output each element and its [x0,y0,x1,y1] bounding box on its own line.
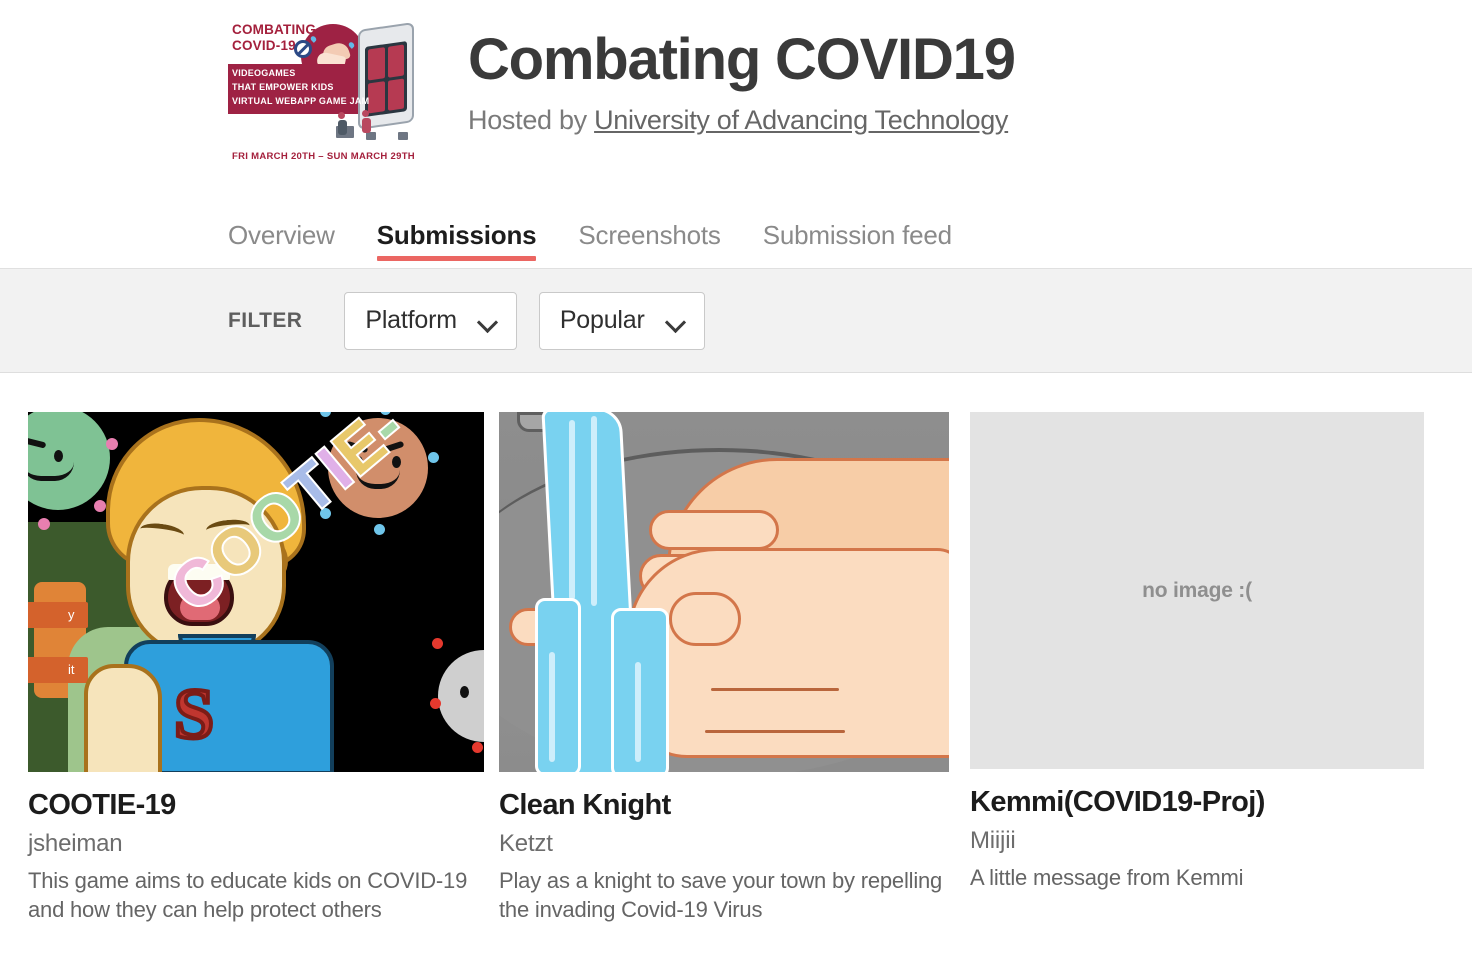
logo-banner-line3: Virtual Webapp Game Jam [232,95,370,106]
platform-filter-value: Platform [365,306,457,334]
submission-description: A little message from Kemmi [970,865,1244,891]
tab-overview[interactable]: Overview [228,220,363,269]
submission-thumbnail-cootie-19[interactable]: y it S COOTIE- [28,412,484,772]
hosted-by-line: Hosted by University of Advancing Techno… [468,105,1015,136]
host-link[interactable]: University of Advancing Technology [594,105,1008,135]
logo-banner-text: Videogames That Empower Kids Virtual Web… [232,67,372,109]
submission-title[interactable]: COOTIE-19 [28,789,484,821]
page-title: Combating COVID19 [468,27,1016,92]
jam-tab-nav: Overview Submissions Screenshots Submiss… [228,220,994,269]
no-entry-icon [294,40,312,58]
jam-logo: Combating Covid-19: Videogames That Empo… [228,12,428,170]
submission-description: Play as a knight to save your town by re… [499,868,943,923]
tab-screenshots[interactable]: Screenshots [578,220,748,269]
submission-thumbnail-clean-knight[interactable] [499,412,949,772]
submission-grid: y it S COOTIE- COOTIE-19 jsheiman This g… [0,373,1472,925]
submission-author[interactable]: Ketzt [499,830,955,858]
submission-thumbnail-placeholder[interactable]: no image :( [970,412,1424,769]
chevron-down-icon [667,315,686,326]
tab-submission-feed[interactable]: Submission feed [763,220,980,269]
logo-title-line1: Combating [232,22,317,37]
sort-filter-dropdown[interactable]: Popular [538,291,705,350]
header-top-row: Combating Covid-19: Videogames That Empo… [0,0,1472,170]
submission-description: This game aims to educate kids on COVID-… [28,868,468,923]
logo-banner-line1: Videogames [232,68,296,78]
submission-card[interactable]: Clean Knight Ketzt Play as a knight to s… [499,412,955,925]
logo-banner-line2: That Empower Kids [232,81,334,92]
filter-bar: FILTER Platform Popular [0,269,1472,373]
hud-chip-1: y [28,602,88,628]
header-text-block: Combating COVID19 Hosted by University o… [428,12,1016,136]
hud-chip-2: it [28,657,88,683]
isometric-figures [336,110,424,142]
submission-author[interactable]: jsheiman [28,830,484,858]
submission-title[interactable]: Kemmi(COVID19-Proj) [970,786,1426,818]
filter-label: FILTER [228,308,303,332]
submission-author[interactable]: Miijii [970,827,1426,855]
submission-title[interactable]: Clean Knight [499,789,955,821]
logo-date: FRI MARCH 20TH – SUN MARCH 29TH [232,151,415,162]
tab-submissions[interactable]: Submissions [376,220,565,269]
sort-filter-value: Popular [559,306,645,334]
hosted-by-label: Hosted by [468,104,595,135]
submission-card[interactable]: no image :( Kemmi(COVID19-Proj) Miijii A… [970,412,1426,925]
no-image-label: no image :( [1142,578,1252,602]
jam-header: Combating Covid-19: Videogames That Empo… [0,0,1472,269]
chevron-down-icon [479,315,498,326]
platform-filter-dropdown[interactable]: Platform [344,291,517,350]
submission-card[interactable]: y it S COOTIE- COOTIE-19 jsheiman This g… [28,412,484,925]
